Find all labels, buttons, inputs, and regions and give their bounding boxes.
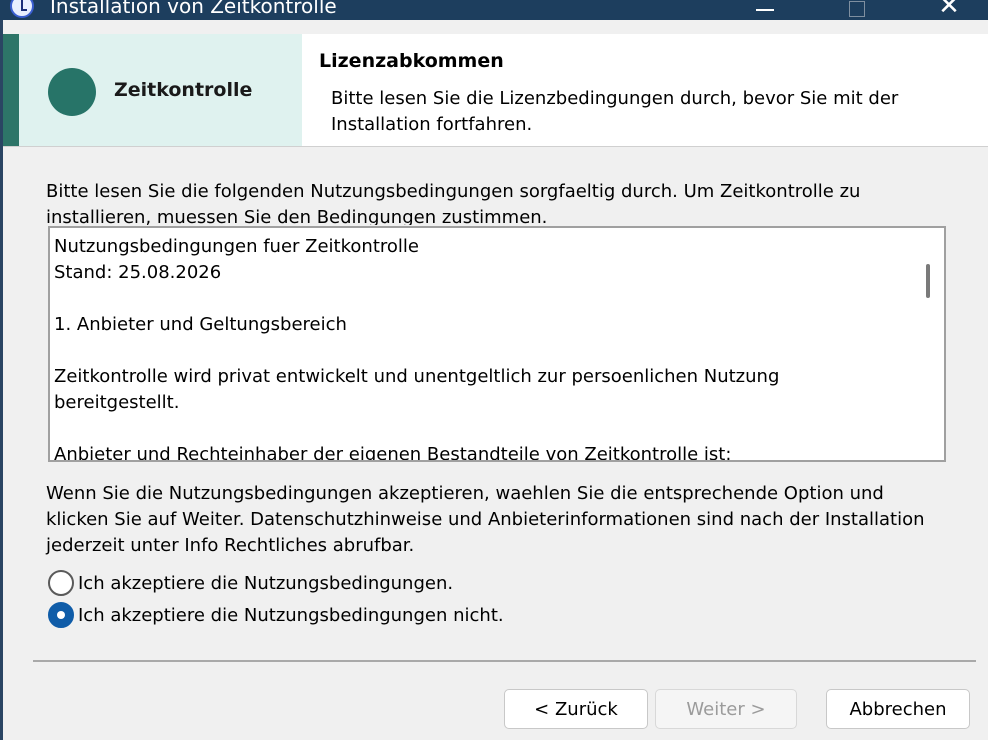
close-icon: ✕ — [938, 0, 960, 20]
license-line — [54, 338, 910, 364]
page-subtitle: Bitte lesen Sie die Lizenzbedingungen du… — [331, 88, 899, 135]
minimize-button[interactable] — [742, 0, 788, 20]
header-divider — [3, 146, 988, 147]
page-title: Lizenzabkommen — [319, 50, 504, 72]
scroll-thumb[interactable] — [926, 264, 930, 298]
close-button[interactable]: ✕ — [926, 0, 972, 20]
license-line — [54, 286, 910, 312]
license-text: Nutzungsbedingungen fuer Zeitkontrolle St… — [54, 234, 910, 462]
brand-panel: Zeitkontrolle — [3, 34, 302, 146]
license-textbox[interactable]: Nutzungsbedingungen fuer Zeitkontrolle St… — [48, 226, 946, 462]
window-title: Installation von Zeitkontrolle — [50, 0, 337, 18]
brand-name: Zeitkontrolle — [114, 79, 253, 101]
accept-option[interactable]: Ich akzeptiere die Nutzungsbedingungen. — [48, 570, 453, 596]
license-line — [54, 416, 910, 442]
license-line: 1. Anbieter und Geltungsbereich — [54, 314, 347, 335]
license-line: Anbieter und Rechteinhaber der eigenen B… — [54, 444, 732, 462]
brand-stripe — [3, 34, 19, 146]
footer-separator — [33, 660, 976, 662]
maximize-icon — [849, 1, 865, 17]
decline-option[interactable]: Ich akzeptiere die Nutzungsbedingungen n… — [48, 602, 504, 628]
license-line: Stand: 25.08.2026 — [54, 262, 222, 283]
info-text: Wenn Sie die Nutzungsbedingungen akzepti… — [46, 483, 925, 556]
license-scrollbar[interactable] — [912, 228, 944, 460]
next-button[interactable]: Weiter > — [655, 689, 797, 729]
accept-label: Ich akzeptiere die Nutzungsbedingungen. — [78, 572, 454, 594]
decline-label: Ich akzeptiere die Nutzungsbedingungen n… — [78, 604, 504, 626]
license-line: Zeitkontrolle wird privat entwickelt und… — [54, 366, 786, 413]
cancel-button[interactable]: Abbrechen — [826, 689, 970, 729]
maximize-button[interactable] — [834, 0, 880, 20]
decline-radio[interactable] — [48, 602, 74, 628]
wizard-header: Zeitkontrolle Lizenzabkommen Bitte lesen… — [3, 34, 988, 146]
back-button[interactable]: < Zurück — [504, 689, 648, 729]
title-bar: Installation von Zeitkontrolle ✕ — [0, 0, 988, 20]
clock-icon — [10, 0, 34, 18]
accept-radio[interactable] — [48, 570, 74, 596]
intro-text: Bitte lesen Sie die folgenden Nutzungsbe… — [46, 181, 861, 225]
minimize-icon — [756, 9, 774, 11]
logo-circle-icon — [48, 68, 96, 116]
license-line: Nutzungsbedingungen fuer Zeitkontrolle — [54, 236, 419, 257]
